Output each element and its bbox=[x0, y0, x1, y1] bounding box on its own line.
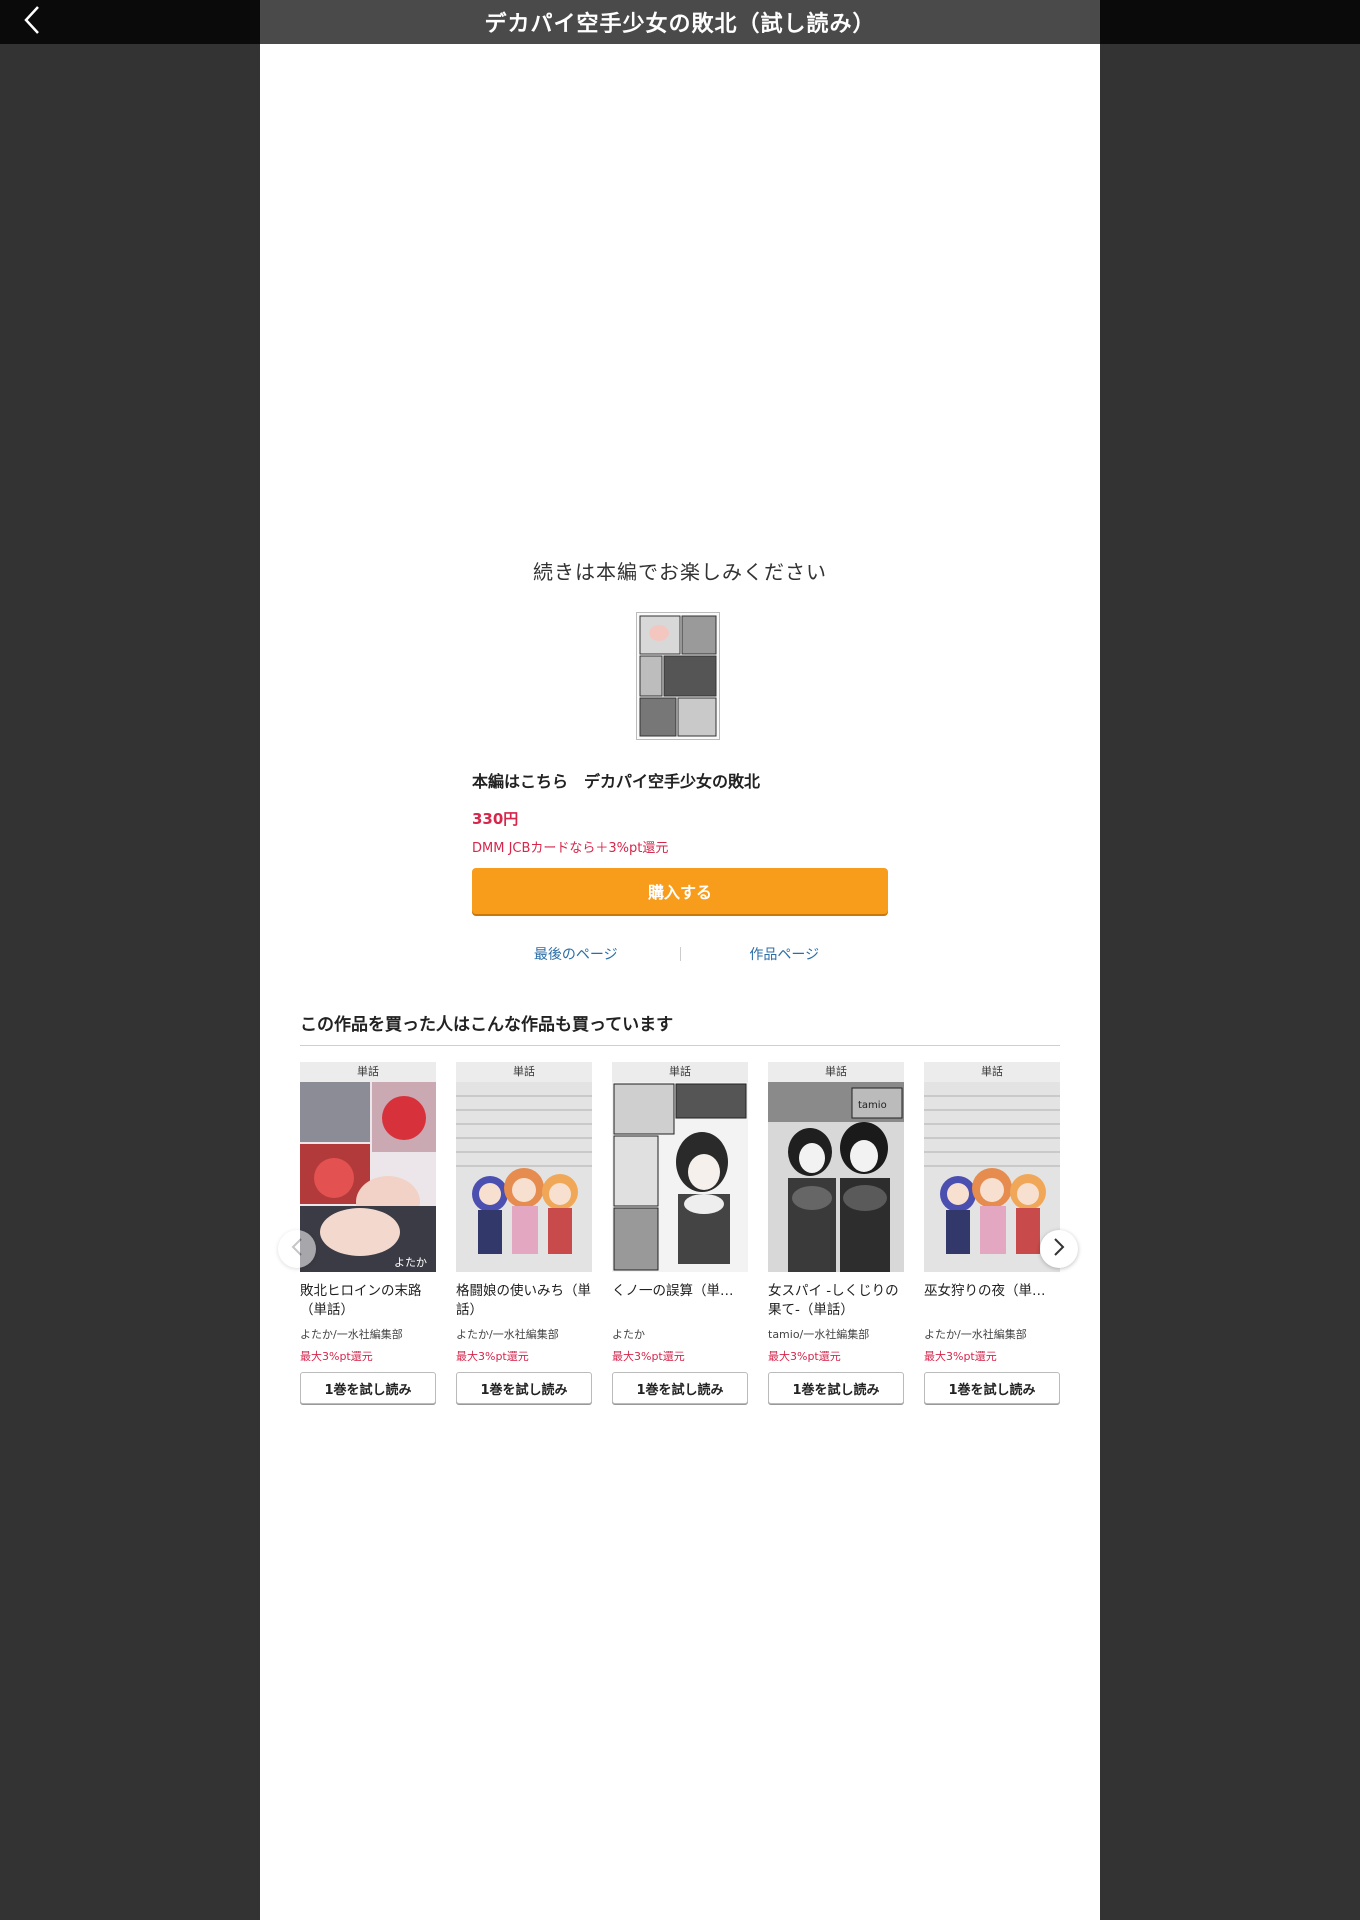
reader-end-page: 続きは本編でお楽しみください 本編はこちら デカパイ空手少女の敗北 330円 D… bbox=[260, 44, 1100, 1920]
recommendation-card: 単話 くノ一の誤算（単… よたか 最大3%pt還元 1巻を試し読み bbox=[612, 1062, 748, 1404]
card-thumbnail[interactable]: よたか bbox=[300, 1082, 436, 1272]
price: 330円 bbox=[472, 810, 519, 828]
carousel-next-button[interactable] bbox=[1040, 1230, 1078, 1268]
chevron-right-icon bbox=[1053, 1237, 1065, 1261]
product-cover-thumbnail[interactable] bbox=[636, 612, 720, 740]
card-badge: 単話 bbox=[456, 1062, 592, 1082]
card-trial-button[interactable]: 1巻を試し読み bbox=[456, 1372, 592, 1404]
card-title[interactable]: 敗北ヒロインの末路（単話） bbox=[300, 1282, 436, 1320]
card-thumbnail[interactable] bbox=[456, 1082, 592, 1272]
chevron-left-icon bbox=[291, 1237, 303, 1261]
card-author[interactable]: tamio/一水社編集部 bbox=[768, 1326, 904, 1342]
purchase-section: 本編はこちら デカパイ空手少女の敗北 330円 DMM JCBカードなら＋3%p… bbox=[472, 768, 888, 914]
card-thumbnail[interactable]: tamio bbox=[768, 1082, 904, 1272]
recommendations-heading: この作品を買った人はこんな作品も買っています bbox=[300, 1010, 1060, 1046]
card-author[interactable]: よたか/一水社編集部 bbox=[456, 1326, 592, 1342]
recommendation-card: 単話 よたか 敗北ヒロインの末路（単話） よたか/一水社編集部 最大3%pt還元 bbox=[300, 1062, 436, 1404]
recommendations-carousel: 単話 よたか 敗北ヒロインの末路（単話） よたか/一水社編集部 最大3%pt還元 bbox=[300, 1062, 1060, 1452]
card-thumbnail[interactable] bbox=[612, 1082, 748, 1272]
buy-button[interactable]: 購入する bbox=[472, 868, 888, 914]
card-badge: 単話 bbox=[924, 1062, 1060, 1082]
card-points: 最大3%pt還元 bbox=[612, 1350, 685, 1363]
recommendation-card: 単話 bbox=[456, 1062, 592, 1404]
card-points: 最大3%pt還元 bbox=[924, 1350, 997, 1363]
card-trial-button[interactable]: 1巻を試し読み bbox=[612, 1372, 748, 1404]
product-title: 本編はこちら デカパイ空手少女の敗北 bbox=[472, 772, 761, 791]
card-points: 最大3%pt還元 bbox=[300, 1350, 373, 1363]
last-page-link[interactable]: 最後のページ bbox=[472, 944, 680, 964]
card-title[interactable]: くノ一の誤算（単… bbox=[612, 1282, 748, 1320]
svg-text:tamio: tamio bbox=[858, 1100, 887, 1111]
card-title[interactable]: 女スパイ -しくじりの果て-（単話） bbox=[768, 1282, 904, 1320]
promo-text: DMM JCBカードなら＋3%pt還元 bbox=[472, 841, 669, 856]
card-trial-button[interactable]: 1巻を試し読み bbox=[924, 1372, 1060, 1404]
card-author[interactable]: よたか/一水社編集部 bbox=[300, 1326, 436, 1342]
card-badge: 単話 bbox=[612, 1062, 748, 1082]
recommendation-card: 単話 tamio 女スパイ -しくじりの果て-（単話） tamio/一水社編集部… bbox=[768, 1062, 904, 1404]
card-title[interactable]: 格闘娘の使いみち（単話） bbox=[456, 1282, 592, 1320]
card-points: 最大3%pt還元 bbox=[768, 1350, 841, 1363]
card-badge: 単話 bbox=[300, 1062, 436, 1082]
card-title[interactable]: 巫女狩りの夜（単… bbox=[924, 1282, 1060, 1320]
sub-links: 最後のページ 作品ページ bbox=[472, 942, 888, 966]
card-author[interactable]: よたか bbox=[612, 1326, 748, 1342]
card-author[interactable]: よたか/一水社編集部 bbox=[924, 1326, 1060, 1342]
continue-message: 続きは本編でお楽しみください bbox=[533, 560, 827, 584]
back-button[interactable] bbox=[14, 4, 50, 40]
recommendation-card: 単話 bbox=[924, 1062, 1060, 1404]
card-badge: 単話 bbox=[768, 1062, 904, 1082]
work-page-link[interactable]: 作品ページ bbox=[681, 944, 889, 964]
card-trial-button[interactable]: 1巻を試し読み bbox=[300, 1372, 436, 1404]
card-trial-button[interactable]: 1巻を試し読み bbox=[768, 1372, 904, 1404]
page-title: デカパイ空手少女の敗北（試し読み） bbox=[260, 0, 1100, 44]
svg-text:よたか: よたか bbox=[394, 1256, 427, 1269]
carousel-prev-button[interactable] bbox=[278, 1230, 316, 1268]
chevron-left-icon bbox=[22, 4, 42, 40]
card-points: 最大3%pt還元 bbox=[456, 1350, 529, 1363]
